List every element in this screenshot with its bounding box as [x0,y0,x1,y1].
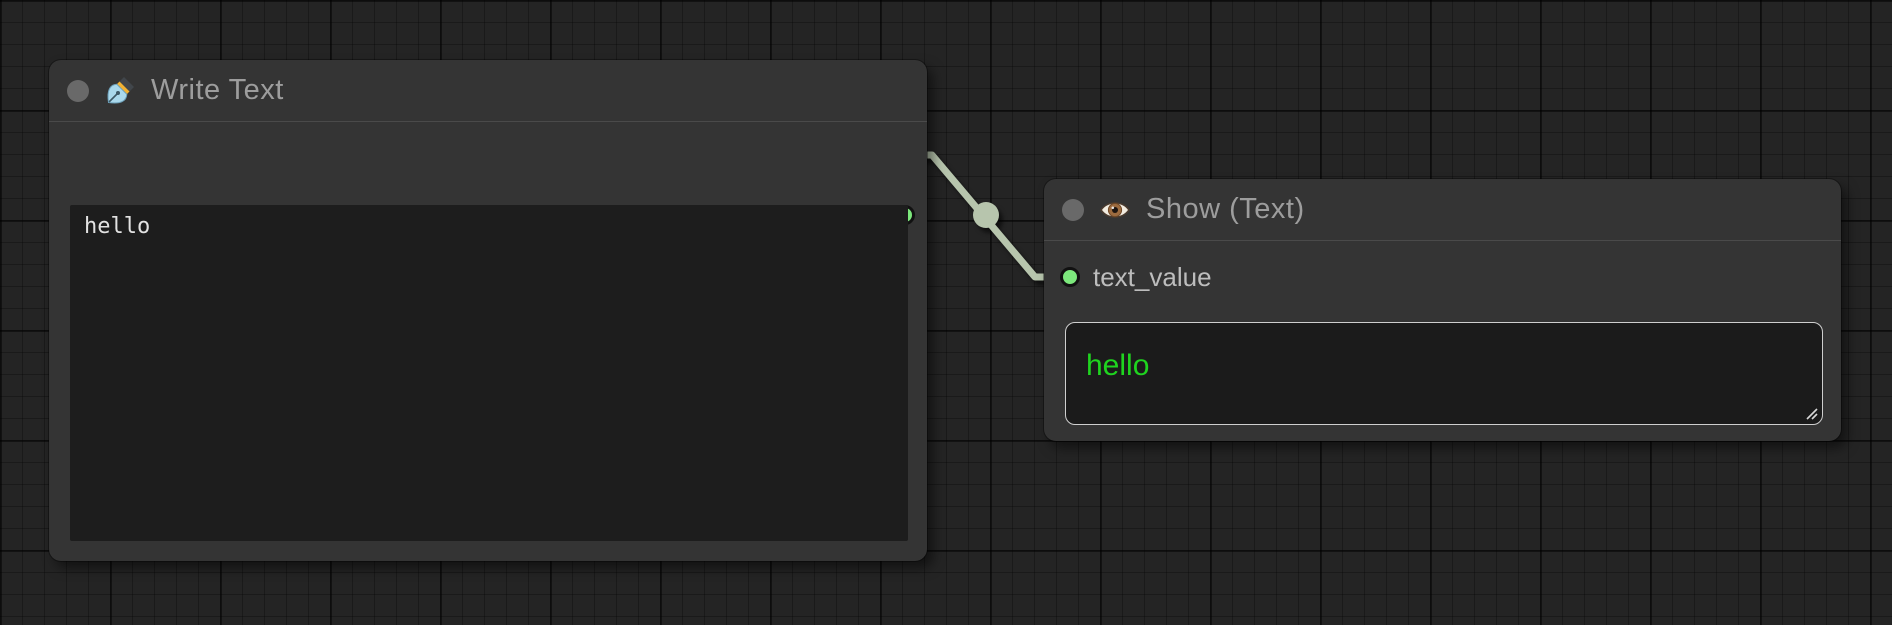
collapse-dot[interactable] [67,80,89,102]
node-write-text[interactable]: Write Text text hello [49,60,927,561]
link-midpoint-dot[interactable] [973,202,999,228]
collapse-dot[interactable] [1062,199,1084,221]
displayed-text: hello [1086,349,1802,383]
text-display-box[interactable]: hello [1065,322,1823,425]
show-text-titlebar[interactable]: Show (Text) [1044,179,1841,241]
write-text-titlebar[interactable]: Write Text [49,60,927,122]
resize-handle-icon[interactable] [1804,406,1819,421]
eye-icon [1099,194,1131,226]
fountain-pen-icon [104,75,136,107]
input-slot-text-value: text_value [1060,260,1212,294]
node-title: Show (Text) [1146,193,1305,226]
link-write-text-to-show-text[interactable] [917,155,1062,277]
node-editor-canvas[interactable]: Write Text text hello Show (Text) text [0,0,1892,625]
node-title: Write Text [151,74,284,107]
node-show-text[interactable]: Show (Text) text_value hello [1044,179,1841,441]
text-widget-textarea[interactable]: hello [70,205,908,541]
input-port-text-value[interactable] [1060,267,1080,287]
input-slot-label: text_value [1093,262,1212,293]
